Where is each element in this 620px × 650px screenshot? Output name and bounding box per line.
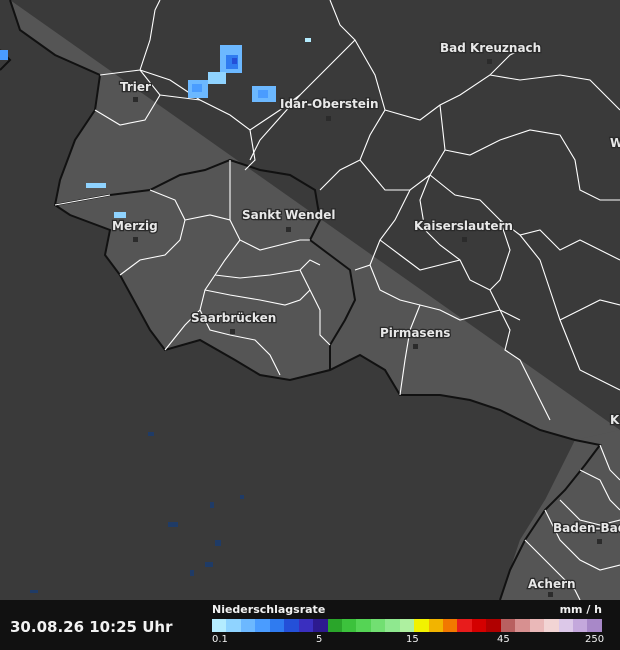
city-label-trier: Trier [120,80,151,94]
city-label-merzig: Merzig [112,219,158,233]
legend-swatch [341,619,357,632]
city-label-baden-baden: Baden-Bad [553,521,620,535]
city-dot-trier [133,97,138,102]
legend-tick-0: 0.1 [212,634,228,645]
timestamp: 30.08.26 10:25 Uhr [10,618,173,636]
city-dot-baden-baden [597,539,602,544]
legend-swatch [370,619,386,632]
legend-swatch [212,619,227,632]
legend-tick-4: 250 [585,634,605,645]
city-dot-idar-oberstein [326,116,331,121]
legend-color-bar [212,619,602,632]
legend-swatch [544,619,559,632]
legend-swatch [226,619,241,632]
legend-swatch [486,619,501,632]
legend-swatch [269,619,285,632]
legend-swatch [399,619,415,632]
city-dot-pirmasens [413,344,418,349]
legend-swatch [327,619,342,632]
city-dot-merzig [133,237,138,242]
legend-swatch [572,619,588,632]
legend-swatch [255,619,270,632]
city-label-pirmasens: Pirmasens [380,326,450,340]
legend-swatch [500,619,516,632]
legend-swatch [428,619,443,632]
city-label-kaiserslautern: Kaiserslautern [414,219,513,233]
city-dot-saarbruecken [230,329,235,334]
map-canvas: Bad Kreuznach Trier Idar-Oberstein Sankt… [0,0,620,601]
city-label-edge-k: K [610,413,620,427]
legend-swatch [457,619,472,632]
city-label-sankt-wendel: Sankt Wendel [242,208,336,222]
legend-tick-2: 15 [406,634,419,645]
city-label-achern: Achern [528,577,576,591]
legend-swatch [558,619,573,632]
legend-swatch [443,619,458,632]
legend-swatch [356,619,371,632]
city-dot-kaiserslautern [462,237,467,242]
legend-tick-1: 5 [316,634,323,645]
city-dot-achern [548,592,553,597]
legend-title: Niederschlagsrate [212,603,326,616]
city-label-edge-w: W [610,136,620,150]
city-dot-sankt-wendel [286,227,291,232]
legend-swatch [471,619,487,632]
legend-swatch [298,619,314,632]
legend-unit: mm / h [559,603,602,616]
radar-map[interactable]: Bad Kreuznach Trier Idar-Oberstein Sankt… [0,0,620,601]
city-label-saarbruecken: Saarbrücken [191,311,276,325]
city-dot-bad-kreuznach [487,59,492,64]
legend-swatch [414,619,429,632]
city-label-bad-kreuznach: Bad Kreuznach [440,41,541,55]
legend-swatch [240,619,256,632]
city-label-idar-oberstein: Idar-Oberstein [280,97,379,111]
legend-swatch [284,619,299,632]
legend-swatch [587,619,602,632]
legend-tick-3: 45 [497,634,510,645]
legend-swatch [385,619,400,632]
footer-bar: 30.08.26 10:25 Uhr Niederschlagsrate mm … [0,600,620,650]
legend-swatch [313,619,328,632]
legend-swatch [515,619,530,632]
legend-swatch [529,619,545,632]
